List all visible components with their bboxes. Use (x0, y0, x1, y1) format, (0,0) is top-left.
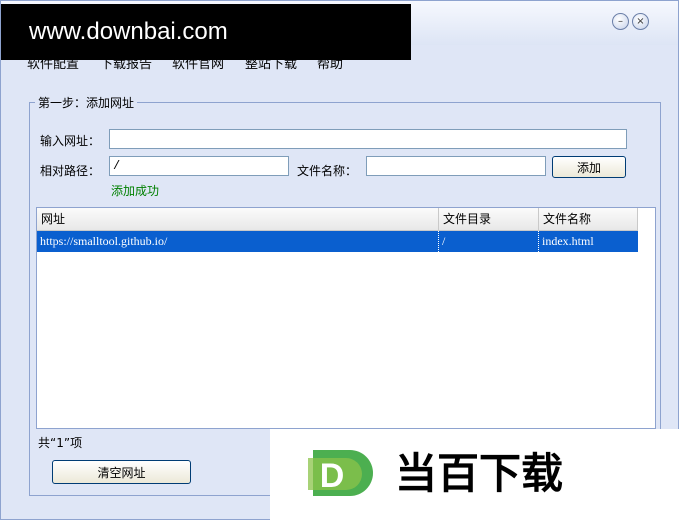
step1-title: 第一步：添加网址 (35, 94, 138, 111)
close-button[interactable]: × (632, 13, 649, 30)
success-message: 添加成功 (111, 184, 160, 198)
row-file: index.html (542, 234, 594, 248)
column-header-url[interactable]: 网址 (37, 208, 439, 230)
clear-urls-button[interactable]: 清空网址 (52, 460, 191, 484)
list-header: 网址 文件目录 文件名称 (37, 208, 638, 231)
add-button[interactable]: 添加 (552, 156, 626, 178)
logo-letter: D (320, 457, 345, 495)
minimize-button[interactable]: – (612, 13, 629, 30)
logo-graphic: D 当百下载 (308, 449, 563, 498)
logo-overlay: D 当百下载 (270, 429, 679, 521)
item-count: 共“1”项 (38, 436, 83, 450)
url-list[interactable]: 网址 文件目录 文件名称 https://smalltool.github.io… (36, 207, 656, 429)
path-input[interactable] (109, 156, 289, 176)
watermark-banner: www.downbai.com (1, 4, 411, 60)
url-label: 输入网址： (40, 134, 101, 148)
close-icon: × (636, 15, 645, 27)
column-header-file[interactable]: 文件名称 (539, 208, 638, 230)
row-dir: / (439, 231, 539, 252)
row-url: https://smalltool.github.io/ (37, 231, 439, 252)
table-row[interactable]: https://smalltool.github.io/ / index.htm… (37, 231, 638, 252)
app-window: – × 软件配置 下载报告 软件官网 整站下载 帮助 www.downbai.c… (0, 0, 679, 521)
minimize-icon: – (618, 15, 623, 27)
filename-input[interactable] (366, 156, 546, 176)
url-input[interactable] (109, 129, 627, 149)
logo-d-icon: D (308, 450, 373, 496)
filename-label: 文件名称： (297, 164, 358, 178)
path-label: 相对路径： (40, 164, 101, 178)
column-header-dir[interactable]: 文件目录 (439, 208, 539, 230)
logo-text: 当百下载 (395, 449, 563, 498)
watermark-text: www.downbai.com (29, 18, 228, 45)
